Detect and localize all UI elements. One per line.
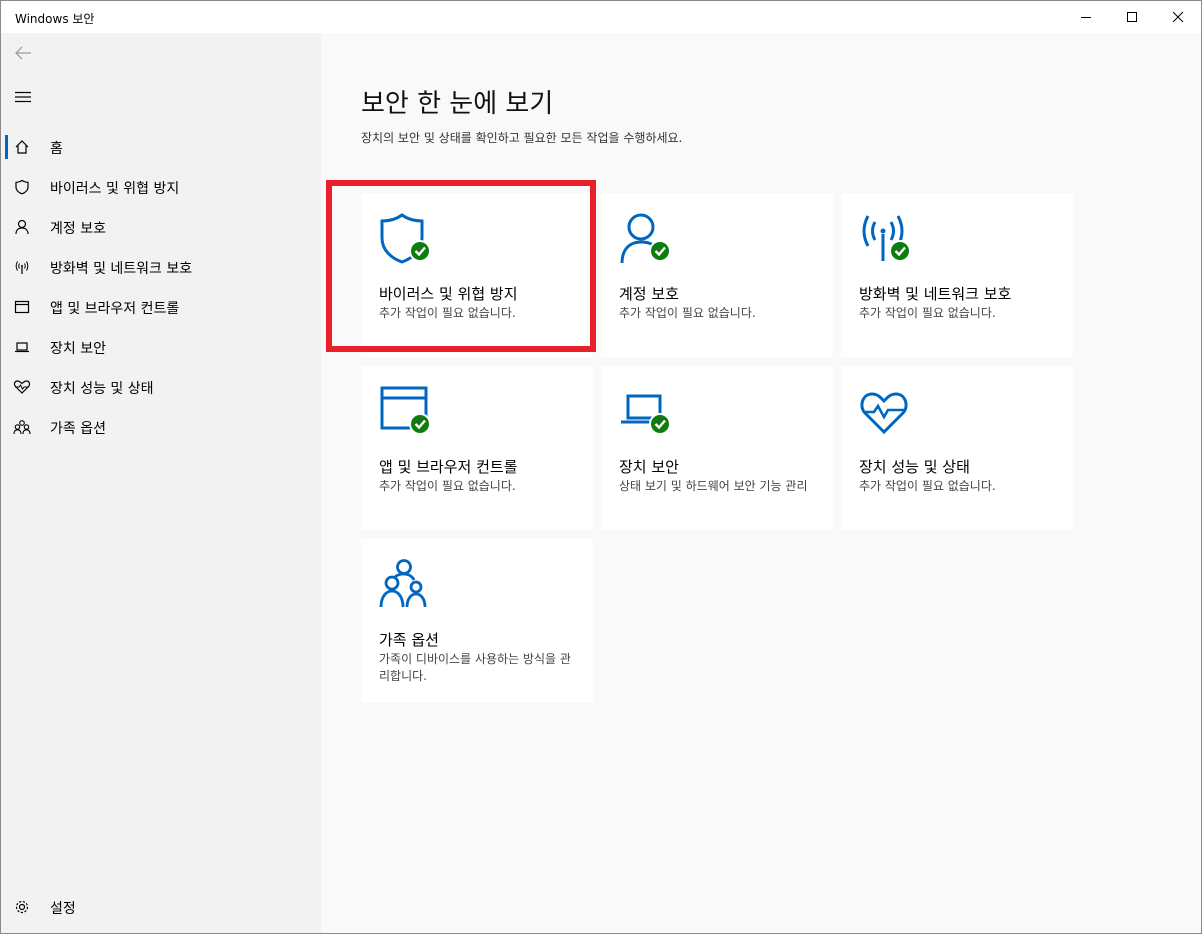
tile-app-browser[interactable]: 앱 및 브라우저 컨트롤 추가 작업이 필요 없습니다.: [361, 366, 593, 530]
maximize-icon: [1127, 12, 1137, 22]
tile-description: 추가 작업이 필요 없습니다.: [379, 479, 516, 493]
tile-title: 방화벽 및 네트워크 보호: [859, 285, 1012, 303]
sidebar-item-app-browser[interactable]: 앱 및 브라우저 컨트롤: [1, 289, 321, 325]
tile-title: 계정 보호: [619, 285, 679, 303]
tile-virus-protection[interactable]: 바이러스 및 위협 방지 추가 작업이 필요 없습니다.: [361, 193, 593, 357]
sidebar-item-settings[interactable]: 설정: [1, 889, 321, 925]
antenna-check-icon: [862, 215, 911, 262]
heart-pulse-icon: [860, 392, 908, 435]
person-check-icon: [620, 213, 671, 264]
antenna-icon: [13, 258, 31, 276]
tile-device-performance[interactable]: 장치 성능 및 상태 추가 작업이 필요 없습니다.: [841, 366, 1073, 530]
family-icon: [379, 559, 427, 608]
sidebar-item-device-performance[interactable]: 장치 성능 및 상태: [1, 369, 321, 405]
sidebar-item-label: 가족 옵션: [50, 421, 106, 437]
tile-description: 추가 작업이 필요 없습니다.: [619, 306, 756, 320]
title-bar: Windows 보안: [1, 1, 1201, 33]
tile-title: 장치 성능 및 상태: [859, 458, 970, 476]
shield-icon: [13, 178, 31, 196]
close-button[interactable]: [1155, 1, 1201, 33]
sidebar-item-virus-protection[interactable]: 바이러스 및 위협 방지: [1, 169, 321, 205]
tile-title: 앱 및 브라우저 컨트롤: [379, 458, 518, 476]
family-icon: [13, 418, 31, 436]
browser-window-icon: [13, 298, 31, 316]
tile-device-security[interactable]: 장치 보안 상태 보기 및 하드웨어 보안 기능 관리: [601, 366, 833, 530]
sidebar-item-label: 바이러스 및 위협 방지: [50, 181, 180, 197]
sidebar-item-firewall[interactable]: 방화벽 및 네트워크 보호: [1, 249, 321, 285]
sidebar-item-label: 방화벽 및 네트워크 보호: [50, 261, 193, 277]
tile-firewall[interactable]: 방화벽 및 네트워크 보호 추가 작업이 필요 없습니다.: [841, 193, 1073, 357]
back-button[interactable]: [9, 39, 37, 67]
sidebar-item-label: 계정 보호: [50, 221, 106, 237]
app-window: Windows 보안 홈 바이러스 및 위협 방지 계정 보호 방화벽 및 네트…: [0, 0, 1202, 934]
close-icon: [1172, 11, 1184, 23]
tile-description: 추가 작업이 필요 없습니다.: [379, 306, 516, 320]
tile-description: 상태 보기 및 하드웨어 보안 기능 관리: [619, 479, 808, 493]
laptop-icon: [13, 338, 31, 356]
main-content: 보안 한 눈에 보기 장치의 보안 및 상태를 확인하고 필요한 모든 작업을 …: [321, 33, 1201, 933]
tile-description: 추가 작업이 필요 없습니다.: [859, 479, 996, 493]
sidebar-item-label: 앱 및 브라우저 컨트롤: [50, 301, 180, 317]
heart-pulse-icon: [13, 378, 31, 396]
sidebar: 홈 바이러스 및 위협 방지 계정 보호 방화벽 및 네트워크 보호 앱 및 브…: [1, 33, 321, 933]
sidebar-item-label: 홈: [50, 141, 63, 157]
sidebar-item-label: 설정: [50, 901, 76, 917]
page-subtitle: 장치의 보안 및 상태를 확인하고 필요한 모든 작업을 수행하세요.: [361, 131, 683, 145]
browser-check-icon: [380, 386, 431, 435]
sidebar-item-device-security[interactable]: 장치 보안: [1, 329, 321, 365]
person-icon: [13, 218, 31, 236]
tile-title: 바이러스 및 위협 방지: [379, 285, 518, 303]
tile-account-protection[interactable]: 계정 보호 추가 작업이 필요 없습니다.: [601, 193, 833, 357]
home-icon: [13, 138, 31, 156]
maximize-button[interactable]: [1109, 1, 1155, 33]
sidebar-item-label: 장치 보안: [50, 341, 106, 357]
hamburger-icon: [15, 91, 31, 103]
laptop-check-icon: [621, 394, 671, 435]
tile-description: 추가 작업이 필요 없습니다.: [859, 306, 996, 320]
minimize-icon: [1081, 17, 1091, 18]
hamburger-menu-button[interactable]: [9, 83, 37, 111]
tile-title: 장치 보안: [619, 458, 679, 476]
shield-check-icon: [380, 213, 431, 264]
minimize-button[interactable]: [1063, 1, 1109, 33]
sidebar-item-family-options[interactable]: 가족 옵션: [1, 409, 321, 445]
page-title: 보안 한 눈에 보기: [361, 89, 554, 119]
back-arrow-icon: [15, 46, 31, 60]
gear-icon: [13, 898, 31, 916]
tile-description: 가족이 디바이스를 사용하는 방식을 관리합니다.: [379, 652, 571, 683]
tile-title: 가족 옵션: [379, 631, 439, 649]
sidebar-item-home[interactable]: 홈: [1, 129, 321, 165]
tile-family-options[interactable]: 가족 옵션 가족이 디바이스를 사용하는 방식을 관리합니다.: [361, 539, 593, 703]
window-title: Windows 보안: [15, 12, 95, 26]
sidebar-item-label: 장치 성능 및 상태: [50, 381, 154, 397]
sidebar-item-account-protection[interactable]: 계정 보호: [1, 209, 321, 245]
